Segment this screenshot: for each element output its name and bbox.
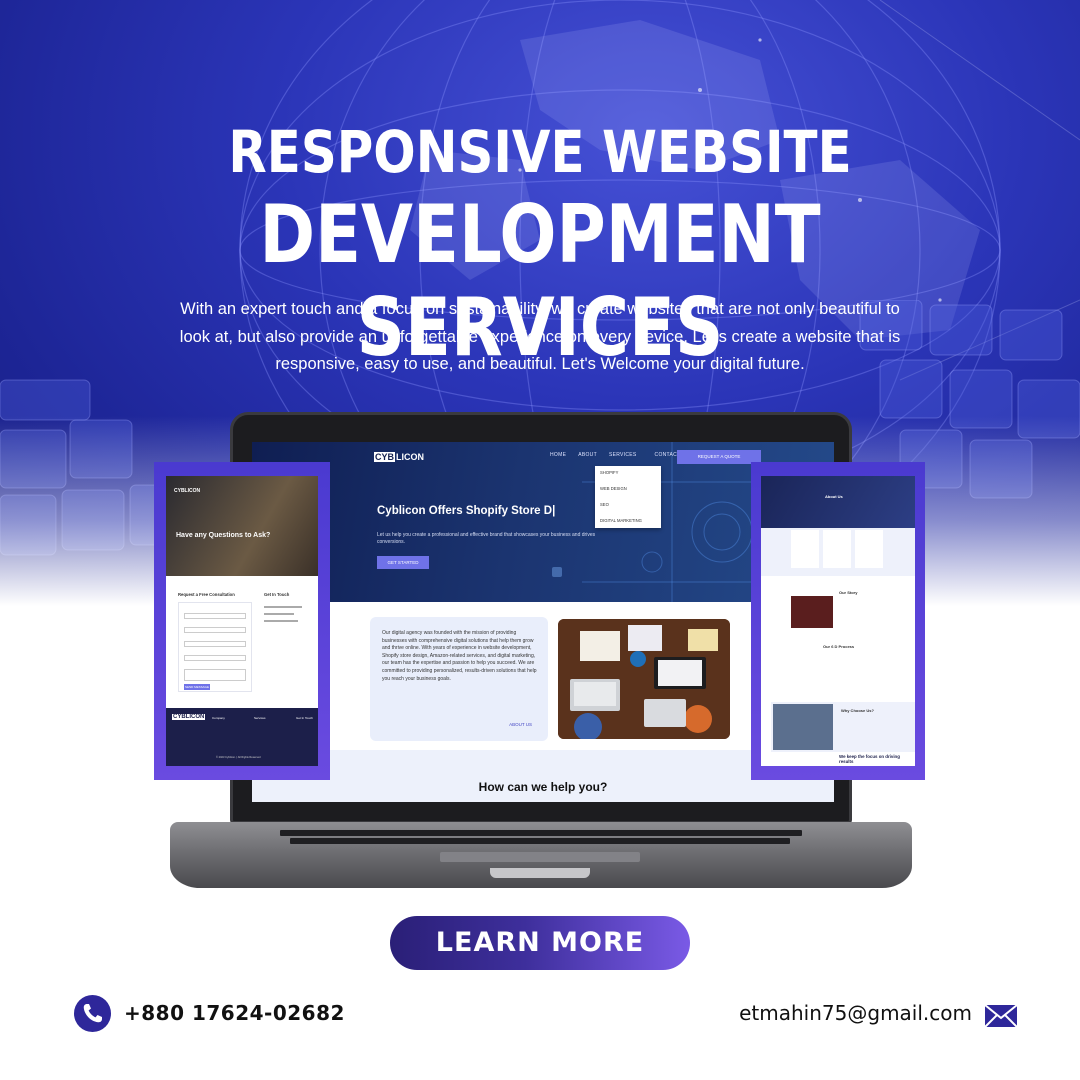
why-heading: Why Choose Us?	[841, 708, 874, 713]
email-address[interactable]: etmahin75@gmail.com	[739, 1001, 972, 1025]
form-field-phone[interactable]	[184, 641, 246, 647]
about-us-link[interactable]: ABOUT US	[509, 722, 532, 727]
laptop-notch	[490, 868, 590, 878]
form-field-email[interactable]	[184, 627, 246, 633]
services-band	[252, 750, 834, 802]
nav-about[interactable]: ABOUT	[578, 452, 597, 458]
phone-left-screen: CYBLICON Have any Questions to Ask? Requ…	[166, 476, 318, 766]
form-field-subject[interactable]	[184, 655, 246, 661]
phone-icon	[74, 995, 111, 1032]
footer-col-services: Services	[254, 716, 266, 720]
form-field-name[interactable]	[184, 613, 246, 619]
phone-mockup-left: CYBLICON Have any Questions to Ask? Requ…	[154, 462, 330, 780]
copyright: © 2023 Cyblicon. | All Rights Reserved	[216, 756, 261, 759]
team-photo	[558, 619, 730, 739]
phone-right-screen: About Us Our Story Our 6 D Process Why C…	[761, 476, 915, 766]
keyboard-graphic	[280, 830, 802, 852]
learn-more-button[interactable]: LEARN MORE	[390, 916, 690, 970]
headline-line-1: RESPONSIVE WEBSITE	[228, 118, 852, 186]
help-heading: How can we help you?	[478, 780, 608, 794]
submit-button[interactable]: SEND MESSAGE	[184, 684, 210, 690]
banner-heading: Have any Questions to Ask?	[176, 532, 271, 539]
request-quote-button[interactable]: REQUEST A QUOTE	[677, 450, 761, 464]
nav-services[interactable]: SERVICES	[609, 452, 637, 458]
form-title: Request a Free Consultation	[178, 592, 235, 597]
value-card	[823, 530, 851, 568]
consultation-form: SEND MESSAGE	[178, 602, 252, 692]
nav-home[interactable]: HOME	[550, 452, 566, 458]
story-photo	[791, 596, 833, 628]
about-card: Our digital agency was founded with the …	[370, 617, 548, 741]
get-started-button[interactable]: GET STARTED	[377, 556, 429, 569]
story-heading: Our Story	[839, 590, 858, 595]
phone-number[interactable]: +880 17624-02682	[124, 1001, 345, 1025]
trackpad	[440, 852, 640, 862]
why-photo	[773, 704, 833, 750]
dropdown-item-web-design[interactable]: WEB DESIGN	[595, 482, 661, 498]
phone-left-logo: CYBLICON	[174, 488, 201, 494]
about-text: Our digital agency was founded with the …	[382, 630, 537, 682]
dropdown-item-shopify[interactable]: SHOPIFY	[595, 466, 661, 482]
value-card	[791, 530, 819, 568]
tech-pattern-graphic	[552, 442, 834, 602]
dropdown-item-seo[interactable]: SEO	[595, 498, 661, 514]
logo-suffix: LICON	[396, 452, 425, 462]
form-field-message[interactable]	[184, 669, 246, 681]
logo-prefix: CYB	[374, 452, 396, 462]
site-hero-text: Let us help you create a professional an…	[377, 532, 596, 545]
values-row	[761, 528, 915, 576]
footer-logo: CYBLICON	[172, 714, 206, 720]
about-banner	[761, 476, 915, 536]
process-heading: Our 6 D Process	[823, 644, 855, 649]
focus-heading: We keep the focus on driving results	[839, 754, 900, 764]
site-hero-heading: Cyblicon Offers Shopify Store D|	[377, 505, 556, 517]
laptop-base	[170, 822, 912, 888]
footer-col-contact: Get In Touch	[296, 716, 313, 720]
about-heading: About Us	[825, 494, 843, 499]
hero-subtitle: With an expert touch and a focus on sust…	[179, 300, 901, 373]
site-logo[interactable]: CYB LICON	[374, 452, 424, 462]
site-nav: HOME ABOUT SERVICES CONTACT	[550, 452, 680, 458]
team-photo-graphic	[558, 619, 730, 739]
footer-col-company: Company	[212, 716, 225, 720]
site-hero-banner: CYB LICON HOME ABOUT SERVICES CONTACT REQ…	[252, 442, 834, 602]
mail-icon	[984, 1004, 1018, 1028]
contact-info	[264, 606, 304, 636]
services-dropdown-menu: SHOPIFY WEB DESIGN SEO DIGITAL MARKETING	[595, 466, 661, 528]
phone-left-footer: CYBLICON Company Services Get In Touch ©…	[166, 708, 318, 766]
why-section: Why Choose Us?	[771, 702, 915, 752]
laptop-screen: CYB LICON HOME ABOUT SERVICES CONTACT REQ…	[252, 442, 834, 802]
value-card	[855, 530, 883, 568]
contact-title: Get In Touch	[264, 592, 290, 597]
phone-mockup-right: About Us Our Story Our 6 D Process Why C…	[751, 462, 925, 780]
dropdown-item-digital-marketing[interactable]: DIGITAL MARKETING	[595, 514, 661, 530]
